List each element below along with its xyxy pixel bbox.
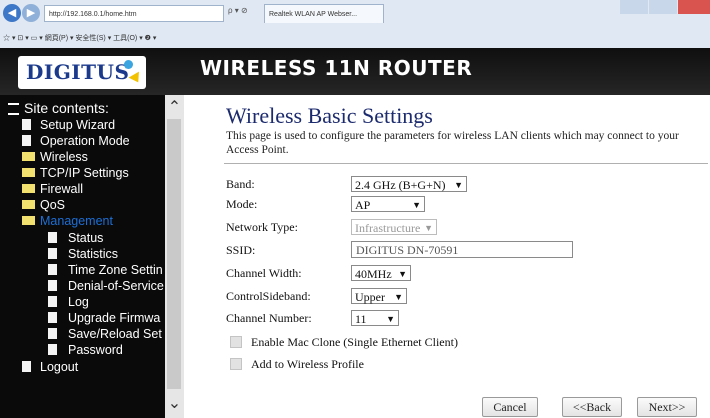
sidebar-item-denial-of-service[interactable]: Denial-of-Service xyxy=(68,279,164,293)
sidebar-item-save-reload[interactable]: Save/Reload Set xyxy=(68,327,162,341)
channel-number-label: Channel Number: xyxy=(226,311,312,325)
page-icon xyxy=(48,232,57,243)
sidebar-scrollbar-thumb[interactable] xyxy=(167,119,181,389)
next-button[interactable]: Next>> xyxy=(637,397,697,417)
sidebar-item-upgrade-firmware[interactable]: Upgrade Firmwa xyxy=(68,311,160,325)
logo-arrow-icon xyxy=(128,71,144,86)
scroll-up-icon[interactable]: ⌃ xyxy=(165,99,184,117)
chevron-down-icon: ▼ xyxy=(386,314,395,324)
control-sideband-value: Upper xyxy=(355,290,385,304)
chevron-down-icon: ▼ xyxy=(398,269,407,279)
wireless-profile-label: Add to Wireless Profile xyxy=(251,357,364,371)
page-icon xyxy=(48,264,57,275)
logo-dot-icon xyxy=(124,60,133,69)
page-title: Wireless Basic Settings xyxy=(226,103,433,128)
folder-icon xyxy=(22,168,35,177)
sidebar-item-password[interactable]: Password xyxy=(68,343,123,357)
sidebar-item-firewall[interactable]: Firewall xyxy=(40,182,83,196)
sidebar-item-management[interactable]: Management xyxy=(40,214,113,228)
sidebar: Site contents: Setup Wizard Operation Mo… xyxy=(0,95,184,418)
page-icon xyxy=(48,296,57,307)
chevron-down-icon: ▼ xyxy=(394,292,403,302)
channel-width-select[interactable]: 40MHz ▼ xyxy=(351,265,411,281)
page-icon xyxy=(48,248,57,259)
folder-open-icon xyxy=(22,216,35,225)
band-select[interactable]: 2.4 GHz (B+G+N) ▼ xyxy=(351,176,467,192)
network-type-select: Infrastructure ▼ xyxy=(351,219,437,235)
page-icon xyxy=(22,119,31,130)
site-contents-icon xyxy=(8,103,19,115)
sidebar-item-log[interactable]: Log xyxy=(68,295,89,309)
browser-tab[interactable]: Realtek WLAN AP Webser... xyxy=(264,4,384,23)
sidebar-item-status[interactable]: Status xyxy=(68,231,103,245)
folder-icon xyxy=(22,152,35,161)
band-label: Band: xyxy=(226,177,255,191)
logo-text: DIGITUS xyxy=(26,60,130,84)
channel-width-label: Channel Width: xyxy=(226,266,302,280)
browser-chrome: ◀ ▶ http://192.168.0.1/home.htm ρ ▾ ⊘ Re… xyxy=(0,0,710,49)
channel-width-value: 40MHz xyxy=(355,267,392,281)
chevron-down-icon: ▼ xyxy=(412,200,421,210)
page-icon xyxy=(48,312,57,323)
ssid-label: SSID: xyxy=(226,243,256,257)
address-bar-tools[interactable]: ρ ▾ ⊘ xyxy=(228,6,248,15)
browser-nav-row: ◀ ▶ http://192.168.0.1/home.htm ρ ▾ ⊘ Re… xyxy=(0,0,710,30)
folder-icon xyxy=(22,200,35,209)
browser-address-bar[interactable]: http://192.168.0.1/home.htm xyxy=(44,5,224,22)
window-controls[interactable] xyxy=(620,0,710,16)
page-icon xyxy=(48,328,57,339)
browser-back-button[interactable]: ◀ xyxy=(3,4,21,22)
browser-command-bar[interactable]: ☆ ▾ ⊡ ▾ ▭ ▾ 網頁(P) ▾ 安全性(S) ▾ 工具(O) ▾ ❷ ▾ xyxy=(0,30,710,47)
ssid-input[interactable]: DIGITUS DN-70591 xyxy=(351,241,573,258)
cancel-button[interactable]: Cancel xyxy=(482,397,538,417)
sidebar-item-tcpip-settings[interactable]: TCP/IP Settings xyxy=(40,166,129,180)
digitus-logo: DIGITUS xyxy=(18,56,146,89)
sidebar-item-wireless[interactable]: Wireless xyxy=(40,150,88,164)
folder-icon xyxy=(22,184,35,193)
page-description: This page is used to configure the param… xyxy=(226,130,679,156)
back-button[interactable]: <<Back xyxy=(562,397,622,417)
control-sideband-select[interactable]: Upper ▼ xyxy=(351,288,407,304)
page-icon xyxy=(48,344,57,355)
network-type-value: Infrastructure xyxy=(355,221,421,235)
divider xyxy=(224,163,708,164)
mode-select[interactable]: AP ▼ xyxy=(351,196,425,212)
chevron-down-icon: ▼ xyxy=(424,223,433,233)
page-icon xyxy=(22,135,31,146)
sidebar-item-statistics[interactable]: Statistics xyxy=(68,247,118,261)
mac-clone-label: Enable Mac Clone (Single Ethernet Client… xyxy=(251,335,458,349)
chevron-down-icon: ▼ xyxy=(454,180,463,190)
control-sideband-label: ControlSideband: xyxy=(226,289,311,303)
channel-number-select[interactable]: 11 ▼ xyxy=(351,310,399,326)
main-content: Wireless Basic Settings This page is use… xyxy=(184,95,710,418)
sidebar-item-setup-wizard[interactable]: Setup Wizard xyxy=(40,118,115,132)
sidebar-item-qos[interactable]: QoS xyxy=(40,198,65,212)
mode-value: AP xyxy=(355,198,371,212)
sidebar-item-logout[interactable]: Logout xyxy=(40,360,78,374)
browser-forward-button[interactable]: ▶ xyxy=(22,4,40,22)
channel-number-value: 11 xyxy=(355,312,367,326)
router-header: DIGITUS WIRELESS 11N ROUTER xyxy=(0,48,710,95)
router-title: WIRELESS 11N ROUTER xyxy=(200,56,473,80)
page-icon xyxy=(22,361,31,372)
wireless-profile-checkbox[interactable] xyxy=(230,358,242,370)
sidebar-item-time-zone[interactable]: Time Zone Settin xyxy=(68,263,163,277)
band-value: 2.4 GHz (B+G+N) xyxy=(355,178,446,192)
mode-label: Mode: xyxy=(226,197,258,211)
mac-clone-checkbox[interactable] xyxy=(230,336,242,348)
sidebar-root-label: Site contents: xyxy=(24,100,109,116)
sidebar-item-operation-mode[interactable]: Operation Mode xyxy=(40,134,130,148)
page-icon xyxy=(48,280,57,291)
network-type-label: Network Type: xyxy=(226,220,298,234)
scroll-down-icon[interactable]: ⌄ xyxy=(165,395,184,413)
